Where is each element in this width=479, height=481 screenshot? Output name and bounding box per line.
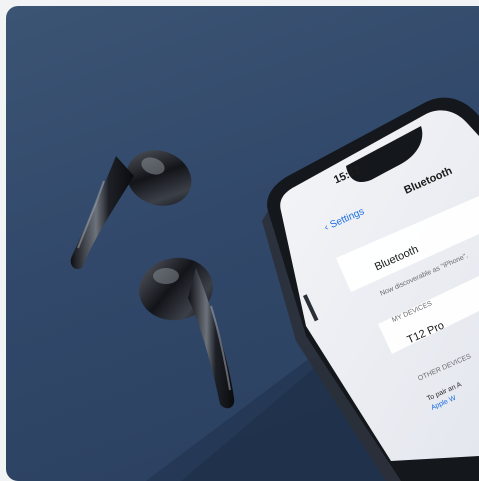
earbud-right [139, 257, 235, 409]
product-photo-card: 15:12 ‹Settings Bluetooth Bluetooth Now … [6, 6, 479, 481]
earbud-left [70, 150, 192, 270]
product-scene [70, 97, 479, 481]
